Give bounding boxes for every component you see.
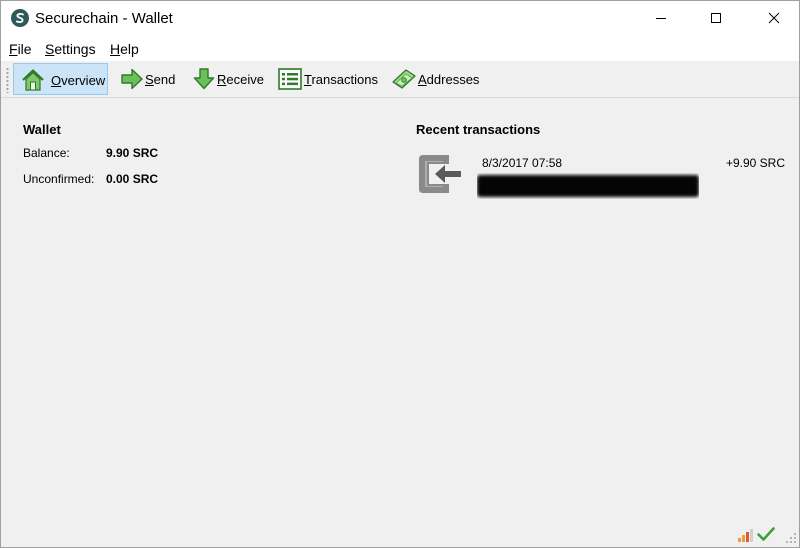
menu-settings[interactable]: Settings (45, 41, 96, 57)
minimize-button[interactable] (638, 1, 684, 36)
transaction-amount: +9.90 SRC (725, 156, 785, 170)
maximize-icon (711, 13, 721, 23)
transaction-row[interactable]: 8/3/2017 07:58 +9.90 SRC (415, 149, 785, 201)
wallet-heading: Wallet (23, 122, 61, 137)
menu-help-label: elp (120, 41, 139, 57)
menu-settings-mnemonic: S (45, 41, 55, 57)
transactions-label-rest: ransactions (311, 72, 378, 87)
receive-label-rest: eceive (226, 72, 264, 87)
overview-label-rest: verview (61, 73, 106, 88)
minimize-icon (656, 18, 666, 19)
receive-arrow-icon (193, 68, 215, 90)
close-button[interactable] (751, 1, 797, 36)
send-tab-button[interactable]: Send (113, 63, 183, 95)
status-bar (1, 523, 799, 547)
resize-grip-icon[interactable] (785, 532, 797, 544)
recent-transactions-heading: Recent transactions (416, 122, 541, 137)
addresses-mnemonic: A (418, 72, 427, 87)
wallet-window: Securechain - Wallet File Settings Help … (0, 0, 800, 548)
send-label: Send (145, 72, 175, 87)
menu-file-mnemonic: F (9, 41, 18, 57)
balance-value: 9.90 SRC (106, 146, 159, 160)
menu-file-label: ile (17, 41, 32, 57)
overview-mnemonic: O (51, 73, 62, 88)
receive-tab-button[interactable]: Receive (185, 63, 269, 95)
main-toolbar: Overview Send Receive Transactions Addre… (1, 61, 799, 98)
toolbar-grip[interactable] (6, 67, 9, 93)
address-book-icon (392, 69, 416, 89)
addresses-tab-button[interactable]: Addresses (385, 63, 485, 95)
window-title: Securechain - Wallet (35, 10, 173, 27)
menu-bar: File Settings Help (1, 36, 799, 61)
transactions-tab-button[interactable]: Transactions (271, 63, 381, 95)
receive-mnemonic: R (217, 72, 227, 87)
securechain-logo-icon (11, 9, 29, 27)
menu-settings-label: ettings (54, 41, 96, 57)
incoming-transaction-icon (419, 155, 461, 193)
maximize-button[interactable] (693, 1, 739, 36)
menu-file[interactable]: File (9, 41, 32, 57)
addresses-label-rest: ddresses (426, 72, 480, 87)
transactions-list-icon (278, 68, 302, 90)
synced-check-icon[interactable] (757, 526, 775, 542)
home-icon (22, 69, 44, 91)
unconfirmed-label: Unconfirmed: (23, 172, 95, 186)
overview-label: Overview (51, 73, 105, 88)
receive-label: Receive (217, 72, 264, 87)
menu-help-mnemonic: H (110, 41, 121, 57)
title-bar[interactable]: Securechain - Wallet (1, 1, 799, 36)
transaction-date: 8/3/2017 07:58 (482, 156, 563, 170)
addresses-label: Addresses (418, 72, 479, 87)
close-icon (768, 12, 780, 24)
transaction-address-redacted (477, 173, 699, 199)
send-label-rest: end (153, 72, 176, 87)
transactions-label: Transactions (304, 72, 378, 87)
connections-signal-icon[interactable] (737, 528, 753, 542)
overview-tab-button[interactable]: Overview (13, 63, 108, 95)
menu-help[interactable]: Help (110, 41, 139, 57)
unconfirmed-value: 0.00 SRC (106, 172, 159, 186)
balance-label: Balance: (23, 146, 70, 160)
send-mnemonic: S (145, 72, 154, 87)
send-arrow-icon (121, 68, 143, 90)
